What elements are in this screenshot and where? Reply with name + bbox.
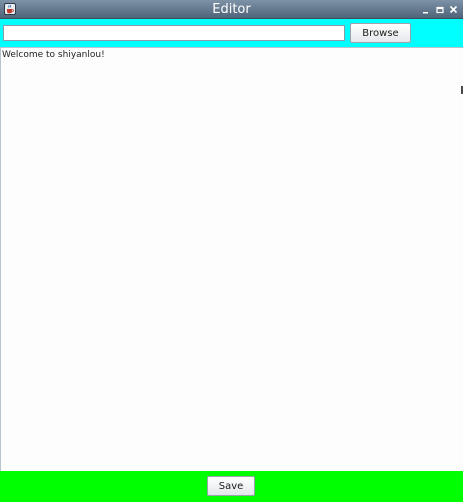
save-button[interactable]: Save bbox=[207, 476, 255, 496]
file-path-input[interactable] bbox=[3, 25, 345, 41]
editor-window: Editor Browse Welcome to shiyanlou! Save bbox=[0, 0, 463, 502]
title-bar[interactable]: Editor bbox=[0, 0, 463, 19]
minimize-icon[interactable] bbox=[420, 3, 431, 16]
text-editor-area[interactable]: Welcome to shiyanlou! bbox=[0, 47, 463, 471]
browse-button[interactable]: Browse bbox=[350, 23, 411, 43]
window-title: Editor bbox=[212, 2, 251, 17]
toolbar: Browse bbox=[0, 19, 463, 47]
maximize-icon[interactable] bbox=[434, 3, 445, 16]
window-controls bbox=[420, 2, 459, 17]
close-icon[interactable] bbox=[448, 3, 459, 16]
bottom-bar: Save bbox=[0, 471, 463, 502]
